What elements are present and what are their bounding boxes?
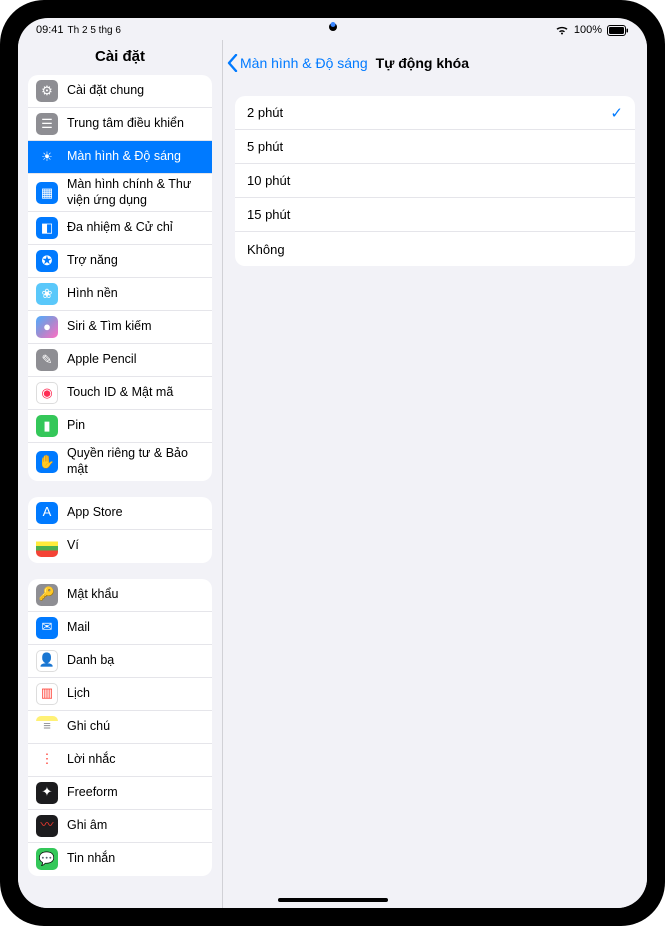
- multitask-icon: ◧: [36, 217, 58, 239]
- autolock-option[interactable]: 15 phút: [235, 198, 635, 232]
- autolock-options: 2 phút ✓ 5 phút 10 phút 15 phút Không: [235, 96, 635, 266]
- home-indicator[interactable]: [278, 898, 388, 902]
- autolock-option[interactable]: Không: [235, 232, 635, 266]
- battery-icon: [607, 25, 629, 36]
- wifi-icon: [555, 25, 569, 35]
- touchid-icon: ◉: [36, 382, 58, 404]
- sidebar-item-passwords[interactable]: 🔑 Mật khẩu: [28, 579, 212, 612]
- contacts-icon: 👤: [36, 650, 58, 672]
- option-label: Không: [247, 242, 285, 257]
- sidebar-item-accessibility[interactable]: ✪ Trợ năng: [28, 245, 212, 278]
- detail-header: Màn hình & Độ sáng Tự động khóa: [223, 40, 647, 80]
- sidebar-item-contacts[interactable]: 👤 Danh bạ: [28, 645, 212, 678]
- option-label: 15 phút: [247, 207, 290, 222]
- sidebar-item-brightness[interactable]: ☀ Màn hình & Độ sáng: [28, 141, 212, 174]
- appstore-icon: A: [36, 502, 58, 524]
- sidebar-item-siri[interactable]: ● Siri & Tìm kiếm: [28, 311, 212, 344]
- detail-pane: Màn hình & Độ sáng Tự động khóa 2 phút ✓ 5…: [223, 40, 647, 908]
- siri-icon: ●: [36, 316, 58, 338]
- sidebar-item-switches[interactable]: ☰ Trung tâm điều khiển: [28, 108, 212, 141]
- battery-percent: 100%: [574, 24, 602, 36]
- sidebar-item-touchid[interactable]: ◉ Touch ID & Mật mã: [28, 377, 212, 410]
- sidebar-item-home[interactable]: ▦ Màn hình chính & Thư viện ứng dụng: [28, 174, 212, 212]
- sidebar-item-label: Touch ID & Mật mã: [67, 385, 202, 401]
- sidebar-item-reminders[interactable]: ⋮ Lời nhắc: [28, 744, 212, 777]
- back-label: Màn hình & Độ sáng: [240, 55, 368, 71]
- gear-icon: ⚙: [36, 80, 58, 102]
- sidebar-item-wallet[interactable]: Ví: [28, 530, 212, 563]
- sidebar-item-messages[interactable]: 💬 Tin nhắn: [28, 843, 212, 876]
- camera-indicator: [330, 22, 335, 27]
- sidebar-item-label: Màn hình chính & Thư viện ứng dụng: [67, 177, 202, 208]
- sidebar-item-label: Mail: [67, 620, 202, 636]
- sidebar-item-pencil[interactable]: ✎ Apple Pencil: [28, 344, 212, 377]
- voicememo-icon: 〰: [36, 815, 58, 837]
- battery-icon: ▮: [36, 415, 58, 437]
- detail-title: Tự động khóa: [376, 55, 469, 71]
- settings-sidebar[interactable]: Cài đặt ⚙ Cài đặt chung ☰ Trung tâm điều kh…: [18, 40, 223, 908]
- sidebar-item-label: Ghi chú: [67, 719, 202, 735]
- sidebar-group: 🔑 Mật khẩu ✉ Mail 👤 Danh bạ ▥ Lịch ≡ Ghi chú ⋮ Lời …: [28, 579, 212, 876]
- sidebar-item-privacy[interactable]: ✋ Quyền riêng tư & Bảo mật: [28, 443, 212, 480]
- notes-icon: ≡: [36, 716, 58, 738]
- option-label: 2 phút: [247, 105, 283, 120]
- option-label: 5 phút: [247, 139, 283, 154]
- messages-icon: 💬: [36, 848, 58, 870]
- sidebar-item-notes[interactable]: ≡ Ghi chú: [28, 711, 212, 744]
- option-label: 10 phút: [247, 173, 290, 188]
- sidebar-item-label: Trợ năng: [67, 253, 202, 269]
- sidebar-group: A App Store Ví: [28, 497, 212, 563]
- sidebar-item-label: Cài đặt chung: [67, 83, 202, 99]
- sidebar-item-label: Mật khẩu: [67, 587, 202, 603]
- sidebar-title: Cài đặt: [18, 40, 222, 75]
- sidebar-item-wallpaper[interactable]: ❀ Hình nền: [28, 278, 212, 311]
- sidebar-group: ⚙ Cài đặt chung ☰ Trung tâm điều khiển ☀ Màn …: [28, 75, 212, 481]
- sidebar-item-multitask[interactable]: ◧ Đa nhiệm & Cử chỉ: [28, 212, 212, 245]
- reminders-icon: ⋮: [36, 749, 58, 771]
- back-button[interactable]: Màn hình & Độ sáng: [227, 54, 368, 72]
- chevron-left-icon: [227, 54, 238, 72]
- mail-icon: ✉: [36, 617, 58, 639]
- privacy-icon: ✋: [36, 451, 58, 473]
- wallpaper-icon: ❀: [36, 283, 58, 305]
- status-time: 09:41: [36, 24, 64, 36]
- sidebar-item-label: Lịch: [67, 686, 202, 702]
- sidebar-item-label: Danh bạ: [67, 653, 202, 669]
- autolock-option[interactable]: 10 phút: [235, 164, 635, 198]
- sidebar-item-label: Tin nhắn: [67, 851, 202, 867]
- sidebar-item-label: Ghi âm: [67, 818, 202, 834]
- sidebar-item-label: Màn hình & Độ sáng: [67, 149, 202, 165]
- sidebar-item-appstore[interactable]: A App Store: [28, 497, 212, 530]
- sidebar-item-label: Quyền riêng tư & Bảo mật: [67, 446, 202, 477]
- autolock-option[interactable]: 5 phút: [235, 130, 635, 164]
- calendar-icon: ▥: [36, 683, 58, 705]
- sidebar-item-label: Đa nhiệm & Cử chỉ: [67, 220, 202, 236]
- sidebar-item-label: Apple Pencil: [67, 352, 202, 368]
- autolock-option[interactable]: 2 phút ✓: [235, 96, 635, 130]
- passwords-icon: 🔑: [36, 584, 58, 606]
- switches-icon: ☰: [36, 113, 58, 135]
- brightness-icon: ☀: [36, 146, 58, 168]
- pencil-icon: ✎: [36, 349, 58, 371]
- sidebar-item-label: Hình nền: [67, 286, 202, 302]
- freeform-icon: ✦: [36, 782, 58, 804]
- sidebar-item-battery[interactable]: ▮ Pin: [28, 410, 212, 443]
- sidebar-item-label: Siri & Tìm kiếm: [67, 319, 202, 335]
- sidebar-item-label: Lời nhắc: [67, 752, 202, 768]
- sidebar-item-label: App Store: [67, 505, 202, 521]
- wallet-icon: [36, 535, 58, 557]
- home-icon: ▦: [36, 182, 58, 204]
- sidebar-item-label: Ví: [67, 538, 202, 554]
- sidebar-item-gear[interactable]: ⚙ Cài đặt chung: [28, 75, 212, 108]
- sidebar-item-calendar[interactable]: ▥ Lịch: [28, 678, 212, 711]
- accessibility-icon: ✪: [36, 250, 58, 272]
- sidebar-item-voicememo[interactable]: 〰 Ghi âm: [28, 810, 212, 843]
- sidebar-item-label: Pin: [67, 418, 202, 434]
- sidebar-item-label: Trung tâm điều khiển: [67, 116, 202, 132]
- sidebar-item-label: Freeform: [67, 785, 202, 801]
- checkmark-icon: ✓: [610, 104, 623, 122]
- sidebar-item-mail[interactable]: ✉ Mail: [28, 612, 212, 645]
- status-date: Th 2 5 thg 6: [68, 25, 121, 36]
- sidebar-item-freeform[interactable]: ✦ Freeform: [28, 777, 212, 810]
